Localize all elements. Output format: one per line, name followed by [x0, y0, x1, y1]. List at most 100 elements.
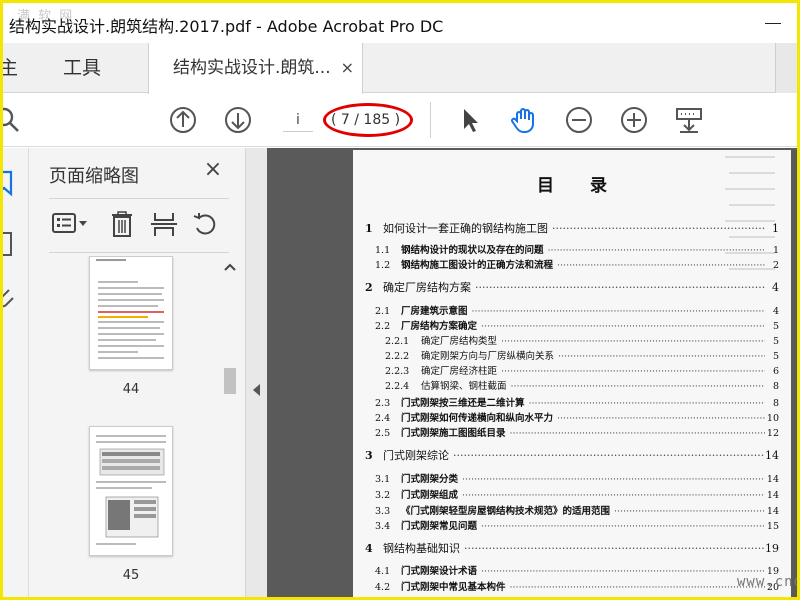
toc-entry-number: 3.4 [375, 521, 391, 532]
tab-tools[interactable]: 工具 [63, 43, 109, 93]
delete-icon[interactable] [107, 210, 137, 238]
zoom-out-icon[interactable] [564, 105, 594, 135]
toc-entry[interactable]: 2 确定厂房结构方案 4 ······························… [353, 281, 791, 295]
toc-entry[interactable]: 2.3 门式刚架按三维还是二维计算 8 ·······················… [353, 397, 791, 411]
zoom-in-icon[interactable] [619, 105, 649, 135]
toc-entry-number: 2.2.2 [385, 351, 410, 362]
options-menu-icon[interactable] [51, 210, 91, 238]
page-icon[interactable] [3, 230, 19, 258]
thumbnail-scrollbar[interactable] [221, 256, 239, 597]
toc-entry[interactable]: 2.2.2 确定刚架方向与厂房纵横向关系 5 ····················… [353, 350, 791, 364]
toc-dot-leader: ········································… [462, 490, 765, 501]
toc-entry-number: 2.2.1 [385, 336, 410, 347]
attachment-icon[interactable] [3, 284, 19, 312]
toc-entry[interactable]: 3.3 《门式刚架轻型房屋钢结构技术规范》的适用范围 14 ·············… [353, 505, 791, 519]
toc-entry[interactable]: 1 如何设计一套正确的钢结构施工图 1 ·······················… [353, 222, 791, 236]
hand-tool-icon[interactable] [509, 105, 539, 135]
thumbnail-list: 44 45 [29, 256, 219, 597]
toc-dot-leader: ········································… [552, 222, 765, 235]
toc-entry-page: 5 [772, 351, 779, 362]
toc-entry-number: 2.5 [375, 428, 391, 439]
tab-close-button[interactable]: × [341, 43, 354, 93]
document-view[interactable]: 目录 1 如何设计一套正确的钢结构施工图 1 ····················… [267, 148, 797, 597]
toc-entry-title: 确定刚架方向与厂房纵横向关系 [421, 351, 555, 362]
tab-empty-area [365, 49, 405, 87]
page-thumbnail-preview [96, 259, 164, 359]
toc-entry-number: 2.3 [375, 398, 391, 409]
toc-entry-page: 2 [772, 260, 779, 271]
toc-entry-page: 14 [766, 490, 779, 501]
crop-pages-icon[interactable] [149, 210, 179, 238]
toc-dot-leader: ········································… [464, 542, 765, 555]
toc-entry[interactable]: 4.2 门式刚架中常见基本构件 20 ························… [353, 581, 791, 595]
thumbnail-page[interactable] [89, 426, 173, 556]
toc-entry-title: 门式刚架组成 [401, 490, 459, 501]
search-icon[interactable] [3, 105, 23, 135]
toc-entry[interactable]: 3.4 门式刚架常见问题 15 ···························… [353, 520, 791, 534]
toc-entry[interactable]: 4 钢结构基础知识 19 ······························… [353, 542, 791, 556]
bookmark-icon[interactable] [3, 168, 19, 198]
toc-entry-title: 钢结构基础知识 [383, 542, 460, 555]
select-arrow-icon[interactable] [455, 105, 485, 135]
toc-entry-title: 门式刚架按三维还是二维计算 [401, 398, 525, 409]
toc-entry[interactable]: 3.1 门式刚架分类 14 ·····························… [353, 473, 791, 487]
main-toolbar: i ( 7 / 185 ) [3, 94, 797, 147]
toc-entry-number: 3.2 [375, 490, 391, 501]
tab-scroll-right[interactable] [775, 43, 797, 93]
toc-entry[interactable]: 3.2 门式刚架组成 14 ·····························… [353, 489, 791, 503]
toc-entry-title: 估算钢梁、钢柱截面 [421, 381, 507, 392]
toc-entry-number: 3.3 [375, 506, 391, 517]
scrollbar-thumb[interactable] [224, 368, 236, 394]
tab-home[interactable]: 主页 [3, 43, 35, 129]
previous-page-icon[interactable] [168, 105, 198, 135]
toc-entry-number: 2.2.4 [385, 381, 410, 392]
toc-entry-title: 门式刚架分类 [401, 474, 459, 485]
toc-entry-title: 门式刚架施工图图纸目录 [401, 428, 506, 439]
site-watermark: www.cndao.com [737, 574, 797, 590]
toc-entry[interactable]: 2.5 门式刚架施工图图纸目录 12 ························… [353, 427, 791, 441]
thumbnail-page[interactable] [89, 256, 173, 370]
thumbnail-page-number: 45 [122, 568, 140, 583]
toc-dot-leader: ········································… [471, 306, 765, 317]
toc-entry[interactable]: 1.2 钢结构施工图设计的正确方法和流程 2 ····················… [353, 259, 791, 273]
toc-dot-leader: ········································… [462, 474, 765, 485]
toc-entry[interactable]: 2.2 厂房结构方案确定 5 ····························… [353, 320, 791, 334]
rotate-icon[interactable] [191, 210, 221, 238]
toc-entry[interactable]: 2.2.1 确定厂房结构类型 5 ··························… [353, 335, 791, 349]
toc-entry-page: 15 [766, 521, 779, 532]
acrobat-window: 满 软 网 结构实战设计.朗筑结构.2017.pdf - Adobe Acrob… [3, 3, 797, 597]
document-page: 目录 1 如何设计一套正确的钢结构施工图 1 ····················… [353, 150, 797, 597]
toc-entry[interactable]: 3 门式刚架综论 14 ·······························… [353, 449, 791, 463]
keyboard-tool-icon[interactable] [674, 105, 704, 135]
toc-entry-page: 5 [772, 321, 779, 332]
toc-entry[interactable]: 2.1 厂房建筑示意图 4 ·····························… [353, 305, 791, 319]
toc-entry-number: 4.1 [375, 566, 391, 577]
scroll-up-icon[interactable] [224, 262, 236, 272]
close-panel-button[interactable]: × [201, 158, 225, 182]
toc-entry-title: 门式刚架综论 [383, 449, 449, 462]
toc-dot-leader: ········································… [509, 582, 765, 593]
toc-entry-title: 如何设计一套正确的钢结构施工图 [383, 222, 548, 235]
toc-entry-number: 3 [365, 449, 373, 462]
toc-dot-leader: ········································… [510, 381, 765, 392]
toc-entry-title: 厂房结构方案确定 [401, 321, 478, 332]
toc-entry[interactable]: 2.2.3 确定厂房经济柱距 6 ··························… [353, 365, 791, 379]
toc-dot-leader: ········································… [481, 321, 765, 332]
toc-entry[interactable]: 4.1 门式刚架设计术语 19 ···························… [353, 565, 791, 579]
next-page-icon[interactable] [223, 105, 253, 135]
toc-entry[interactable]: 2.2.4 估算钢梁、钢柱截面 8 ·························… [353, 380, 791, 394]
toc-dot-leader: ········································… [557, 413, 765, 424]
page-number-input[interactable]: i [283, 108, 313, 132]
toc-entry-number: 2.2.3 [385, 366, 410, 377]
toc-dot-leader: ········································… [557, 260, 765, 271]
toc-entry-page: 6 [772, 366, 779, 377]
toc-entry-page: 8 [772, 381, 779, 392]
panel-collapse-toggle[interactable] [245, 148, 267, 597]
toc-dot-leader: ········································… [509, 428, 765, 439]
minimize-button[interactable] [761, 11, 785, 35]
toc-entry-title: 确定厂房结构方案 [383, 281, 471, 294]
toc-dot-leader: ········································… [558, 351, 765, 362]
tab-document[interactable]: 结构实战设计.朗筑... × [148, 43, 363, 94]
toc-entry[interactable]: 1.1 钢结构设计的现状以及存在的问题 1 ·····················… [353, 244, 791, 258]
toc-entry[interactable]: 2.4 门式刚架如何传递横向和纵向水平力 10 ···················… [353, 412, 791, 426]
